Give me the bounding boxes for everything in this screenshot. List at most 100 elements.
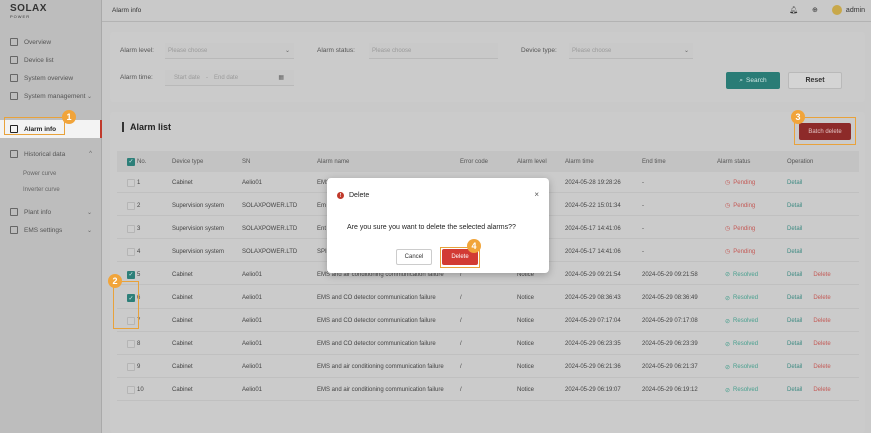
sidebar-subitem-inverter-curve[interactable]: Inverter curve bbox=[23, 187, 60, 193]
cell-end: 2024-05-29 08:36:49 bbox=[642, 295, 698, 301]
cell-level: Notice bbox=[517, 318, 535, 325]
detail-link[interactable]: Detail bbox=[787, 180, 802, 186]
sidebar-item-label: System overview bbox=[24, 74, 74, 82]
cell-sn: SOLAXPOWER.LTD bbox=[242, 202, 298, 209]
sidebar-item-plant-info[interactable]: Plant info ⌄ bbox=[0, 203, 102, 221]
step-badge-1: 1 bbox=[62, 110, 76, 124]
table-row[interactable]: 9 Cabinet Aelio01 EMS and air conditioning … bbox=[117, 357, 859, 378]
delete-link[interactable]: Delete bbox=[813, 272, 830, 278]
pending-icon: ◷ bbox=[725, 180, 731, 186]
detail-link[interactable]: Detail bbox=[787, 341, 802, 347]
sidebar-subitem-power-curve[interactable]: Power curve bbox=[23, 171, 56, 177]
resolved-icon: ⊘ bbox=[725, 387, 731, 394]
dialog-header: ! Delete bbox=[337, 192, 369, 199]
delete-link[interactable]: Delete bbox=[813, 364, 830, 370]
system-management-icon bbox=[10, 92, 18, 100]
select-all-checkbox[interactable]: ✓ bbox=[127, 151, 135, 172]
status-text: Resolved bbox=[733, 295, 759, 301]
table-row[interactable]: 10 Cabinet Aelio01 EMS and air conditioning… bbox=[117, 380, 859, 401]
resolved-icon: ⊘ bbox=[725, 341, 731, 348]
detail-link[interactable]: Detail bbox=[787, 203, 802, 209]
end-date-input[interactable]: End date bbox=[214, 75, 238, 81]
cell-type: Supervision system bbox=[172, 202, 225, 209]
checkbox-box bbox=[127, 224, 135, 233]
cell-code: / bbox=[460, 341, 462, 348]
alarm-time-range[interactable]: Start date - End date ▦ bbox=[165, 70, 294, 86]
cell-name: Em bbox=[317, 202, 326, 209]
device-type-select[interactable]: Please choose ⌄ bbox=[569, 43, 693, 59]
row-checkbox[interactable] bbox=[127, 172, 135, 193]
table-row[interactable]: 8 Cabinet Aelio01 EMS and CO detector commu… bbox=[117, 334, 859, 355]
sidebar: SOLAX POWER Overview Device list System ove… bbox=[0, 0, 102, 433]
sidebar-item-system-management[interactable]: System management ⌄ bbox=[0, 87, 102, 105]
cell-name: SPI bbox=[317, 248, 327, 255]
delete-link[interactable]: Delete bbox=[813, 318, 830, 324]
sidebar-item-overview[interactable]: Overview bbox=[0, 33, 102, 51]
cell-type: Cabinet bbox=[172, 387, 193, 394]
cell-type: Cabinet bbox=[172, 179, 193, 186]
breadcrumb: Alarm info bbox=[112, 7, 142, 14]
detail-link[interactable]: Detail bbox=[787, 295, 802, 301]
row-checkbox[interactable] bbox=[127, 218, 135, 239]
row-operations: Detail Delete bbox=[787, 311, 831, 332]
row-checkbox[interactable] bbox=[127, 241, 135, 262]
cancel-button[interactable]: Cancel bbox=[396, 249, 432, 265]
delete-link[interactable]: Delete bbox=[813, 341, 830, 347]
cell-end: 2024-05-29 06:23:39 bbox=[642, 341, 698, 348]
status-badge: ◷ Pending bbox=[725, 241, 755, 262]
row-operations: Detail Delete bbox=[787, 264, 831, 285]
cell-level: Notice bbox=[517, 295, 535, 301]
column-header: Alarm status bbox=[717, 158, 751, 165]
warning-icon: ! bbox=[337, 192, 344, 199]
cell-name: EMS and CO detector communication failur… bbox=[317, 341, 436, 348]
column-header: Error code bbox=[460, 158, 489, 165]
sidebar-item-ems-settings[interactable]: EMS settings ⌄ bbox=[0, 221, 102, 239]
sidebar-item-device-list[interactable]: Device list bbox=[0, 51, 102, 69]
row-operations: Detail Delete bbox=[787, 357, 831, 378]
detail-link[interactable]: Detail bbox=[787, 387, 802, 393]
alarm-level-select[interactable]: Please choose ⌄ bbox=[165, 43, 294, 59]
row-operations: Detail bbox=[787, 172, 802, 193]
column-header: End time bbox=[642, 158, 666, 165]
status-badge: ◷ Pending bbox=[725, 218, 755, 239]
cell-no: 4 bbox=[137, 248, 141, 255]
sidebar-item-historical-data[interactable]: Historical data ^ bbox=[0, 145, 102, 163]
search-button[interactable]: ⌕ Search bbox=[726, 72, 780, 89]
globe-icon[interactable]: ⊕ bbox=[812, 6, 818, 14]
cell-type: Cabinet bbox=[172, 271, 193, 278]
delete-link[interactable]: Delete bbox=[813, 387, 830, 393]
sidebar-item-label: Plant info bbox=[24, 208, 52, 216]
detail-link[interactable]: Detail bbox=[787, 318, 802, 324]
step-badge-4: 4 bbox=[467, 239, 481, 253]
detail-link[interactable]: Detail bbox=[787, 364, 802, 370]
user-menu[interactable]: admin bbox=[831, 5, 865, 15]
close-icon[interactable]: × bbox=[534, 190, 539, 199]
username: admin bbox=[845, 6, 865, 14]
start-date-input[interactable]: Start date bbox=[174, 75, 200, 81]
detail-link[interactable]: Detail bbox=[787, 272, 802, 278]
status-badge: ⊘ Resolved bbox=[725, 288, 758, 309]
table-row[interactable]: ✓ 6 Cabinet Aelio01 EMS and CO detector comm… bbox=[117, 288, 859, 309]
chevron-down-icon: ⌄ bbox=[683, 48, 689, 54]
overview-icon bbox=[10, 38, 18, 46]
row-checkbox[interactable] bbox=[127, 195, 135, 216]
reset-button[interactable]: Reset bbox=[788, 72, 842, 89]
row-checkbox[interactable] bbox=[127, 334, 135, 355]
detail-link[interactable]: Detail bbox=[787, 249, 802, 255]
alarm-status-select[interactable]: Please choose bbox=[369, 43, 498, 59]
delete-link[interactable]: Delete bbox=[813, 295, 830, 301]
sidebar-item-system-overview[interactable]: System overview bbox=[0, 69, 102, 87]
row-checkbox[interactable] bbox=[127, 357, 135, 378]
detail-link[interactable]: Detail bbox=[787, 226, 802, 232]
cell-sn: SOLAXPOWER.LTD bbox=[242, 248, 298, 255]
pending-icon: ◷ bbox=[725, 249, 731, 256]
alarm-status-label: Alarm status: bbox=[317, 47, 355, 54]
history-icon bbox=[10, 150, 18, 158]
bell-icon[interactable]: 🔔︎ bbox=[789, 6, 798, 14]
cell-end: 2024-05-29 09:21:58 bbox=[642, 271, 698, 278]
status-text: Pending bbox=[733, 225, 756, 232]
row-operations: Detail Delete bbox=[787, 288, 831, 309]
table-row[interactable]: 7 Cabinet Aelio01 EMS and CO detector commu… bbox=[117, 311, 859, 332]
row-checkbox[interactable] bbox=[127, 380, 135, 401]
cell-time: 2024-05-29 07:17:04 bbox=[565, 318, 621, 325]
